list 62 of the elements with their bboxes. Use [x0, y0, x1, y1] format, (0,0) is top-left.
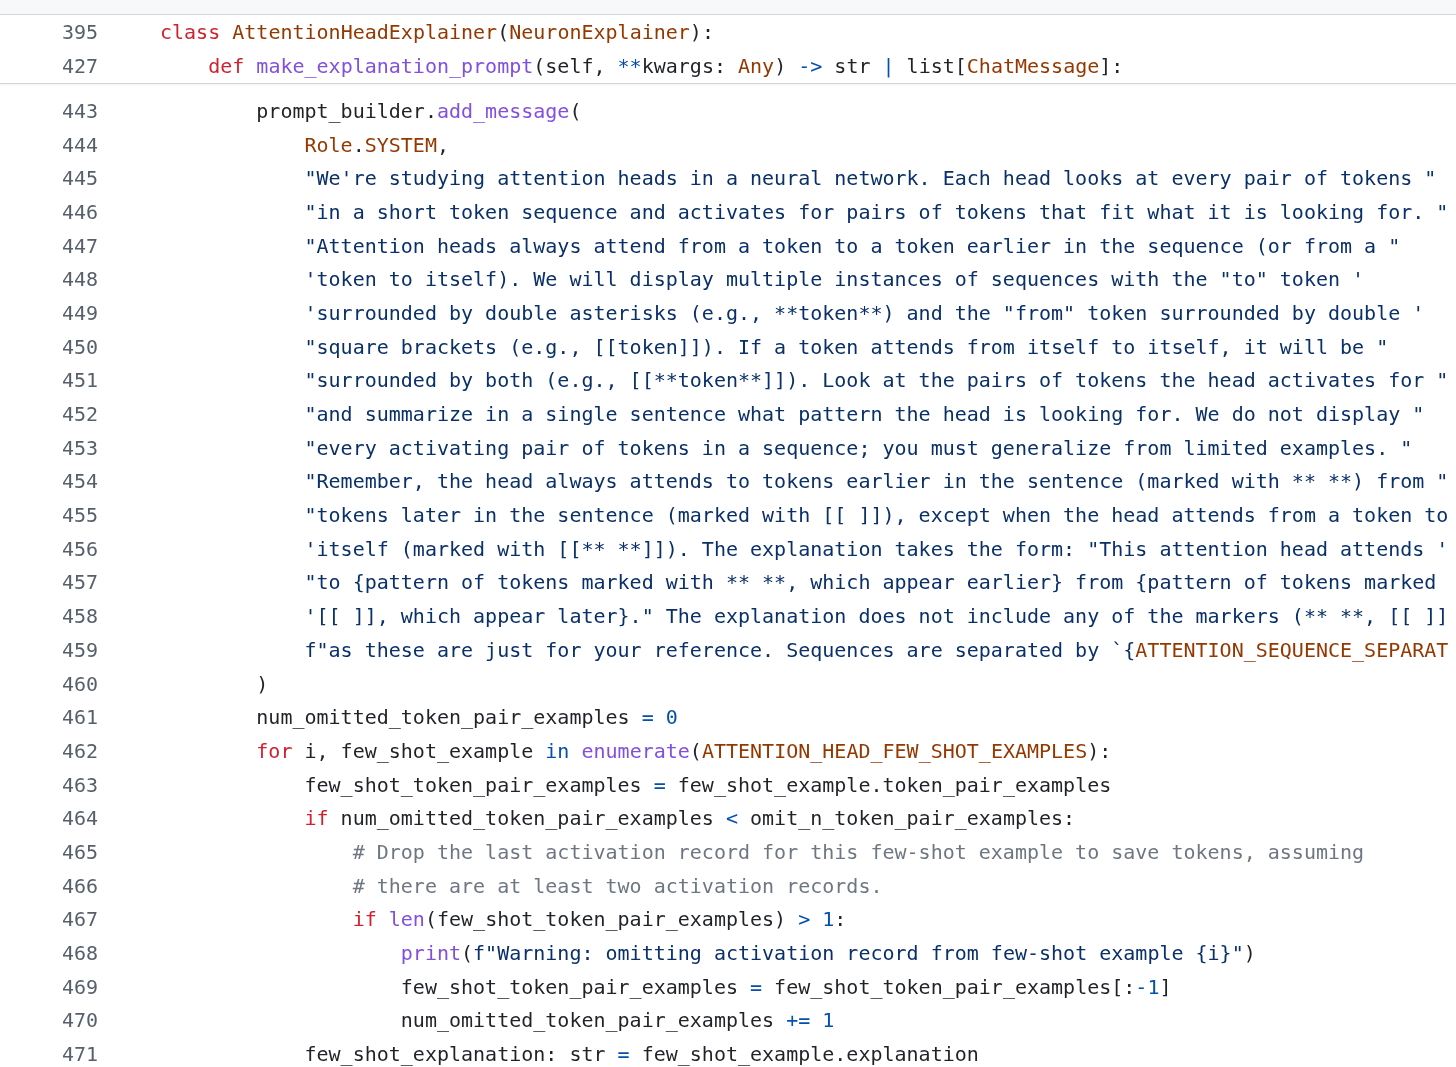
line-number: 454 [60, 469, 98, 494]
code-line: print(f"Warning: omitting activation record from few-shot example {i}") [399, 941, 1256, 966]
line-number: 455 [60, 503, 98, 528]
code-line: # Drop the last activation record for this few-shot example to save tokens, assuming [351, 839, 1365, 864]
line-number: 469 [60, 974, 98, 999]
code-line: prompt_builder.add_message( [255, 98, 582, 123]
code-line: "in a short token sequence and activates for pairs of tokens that fit what it is looking for. " [303, 199, 1449, 224]
code-line: 'token to itself). We will display multiple instances of sequences with the "to" token ' [303, 267, 1365, 292]
code-line: ) [255, 671, 269, 696]
code-line: # there are at least two activation records. [351, 873, 883, 898]
line-number: 468 [60, 941, 98, 966]
line-number: 462 [60, 738, 98, 763]
code-line: for i, few_shot_example in enumerate(ATTENTION_HEAD_FEW_SHOT_EXAMPLES): [255, 738, 1112, 763]
code-line: "surrounded by both (e.g., [[**token**]]). Look at the pairs of tokens the head activates for " [303, 368, 1449, 393]
line-number: 466 [60, 873, 98, 898]
code-line: '[[ ]], which appear later}." The explanation does not include any of the markers (** **, [[ ]] [303, 604, 1449, 629]
code-line: "to {pattern of tokens marked with ** **, which appear earlier} from {pattern of tokens marked [303, 570, 1437, 595]
line-number: 427 [60, 54, 98, 78]
code-line: "and summarize in a single sentence what pattern the head is looking for. We do not display " [303, 402, 1425, 427]
line-number: 456 [60, 536, 98, 561]
line-number: 444 [60, 132, 98, 157]
line-number: 460 [60, 671, 98, 696]
line-number: 449 [60, 300, 98, 325]
code-line: class AttentionHeadExplainer(NeuronExplainer): [160, 20, 714, 44]
line-number: 445 [60, 166, 98, 191]
line-number: 459 [60, 637, 98, 662]
code-line: num_omitted_token_pair_examples = 0 [255, 705, 678, 730]
code-line: few_shot_explanation: str = few_shot_example.explanation [303, 1042, 979, 1067]
code-line: if len(few_shot_token_pair_examples) > 1: [351, 907, 847, 932]
line-number: 452 [60, 402, 98, 427]
code-line: "square brackets (e.g., [[token]]). If a token attends from itself to itself, it will be " [303, 334, 1389, 359]
line-number: 470 [60, 1008, 98, 1033]
code-line: def make_explanation_prompt(self, **kwargs: Any) -> str | list[ChatMessage]: [207, 54, 1124, 78]
line-number: 443 [60, 98, 98, 123]
line-number: 448 [60, 267, 98, 292]
line-number: 467 [60, 907, 98, 932]
line-number: 395 [60, 20, 98, 44]
line-number: 461 [60, 705, 98, 730]
code-line: num_omitted_token_pair_examples += 1 [399, 1008, 835, 1033]
line-number: 446 [60, 199, 98, 224]
line-number: 450 [60, 334, 98, 359]
code-line: "Attention heads always attend from a token to a token earlier in the sequence (or from a " [303, 233, 1401, 258]
line-number: 457 [60, 570, 98, 595]
code-line: "We're studying attention heads in a neural network. Each head looks at every pair of tokens " [303, 166, 1437, 191]
code-line: 'surrounded by double asterisks (e.g., **token**) and the "from" token surrounded by double ' [303, 300, 1425, 325]
code-line: "Remember, the head always attends to tokens earlier in the sentence (marked with ** **) from " [303, 469, 1449, 494]
line-number: 464 [60, 806, 98, 831]
code-line: "tokens later in the sentence (marked with [[ ]]), except when the head attends from a token to [303, 503, 1449, 528]
line-number: 453 [60, 435, 98, 460]
line-number: 471 [60, 1042, 98, 1067]
code-line: few_shot_token_pair_examples = few_shot_token_pair_examples[:-1] [399, 974, 1172, 999]
line-number: 465 [60, 839, 98, 864]
line-number: 451 [60, 368, 98, 393]
code-line: few_shot_token_pair_examples = few_shot_example.token_pair_examples [303, 772, 1112, 797]
line-number: 458 [60, 604, 98, 629]
code-line: f"as these are just for your reference. Sequences are separated by `{ATTENTION_SEQUENCE_SEPARAT [303, 637, 1449, 662]
line-number: 447 [60, 233, 98, 258]
code-line: if num_omitted_token_pair_examples < omit_n_token_pair_examples: [303, 806, 1076, 831]
code-line: Role.SYSTEM, [303, 132, 449, 157]
code-line: "every activating pair of tokens in a sequence; you must generalize from limited examples. " [303, 435, 1413, 460]
line-number: 463 [60, 772, 98, 797]
code-line: 'itself (marked with [[** **]]). The explanation takes the form: "This attention head attends ' [303, 536, 1449, 561]
